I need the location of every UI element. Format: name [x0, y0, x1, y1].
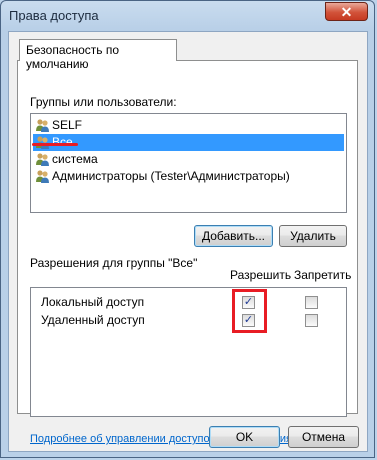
cancel-button[interactable]: Отмена: [288, 426, 359, 448]
groups-listbox[interactable]: SELF Все система Администраторы (Tester\…: [30, 113, 347, 213]
users-icon: [36, 170, 49, 183]
permissions-list: Локальный доступ ✓ Удаленный доступ ✓: [30, 287, 347, 417]
permissions-label: Разрешения для группы "Все": [30, 256, 198, 270]
remove-button[interactable]: Удалить: [279, 225, 347, 247]
groups-label: Группы или пользователи:: [30, 95, 177, 109]
tab-default-security[interactable]: Безопасность по умолчанию: [19, 39, 177, 71]
users-icon: [36, 153, 49, 166]
remove-button-label: Удалить: [290, 229, 336, 243]
close-button[interactable]: ✕: [325, 2, 368, 21]
list-item-label: Администраторы (Tester\Администраторы): [52, 169, 290, 183]
ok-button-label: OK: [235, 430, 254, 444]
list-item-everyone[interactable]: Все: [33, 134, 344, 151]
dialog-client-area: Безопасность по умолчанию Группы или пол…: [8, 31, 368, 452]
allow-column-header: Разрешить: [230, 268, 292, 282]
deny-local-checkbox[interactable]: [305, 296, 318, 309]
list-item-label: система: [52, 152, 98, 166]
tab-panel: Группы или пользователи: SELF Все систем…: [17, 60, 358, 445]
permission-label: Локальный доступ: [41, 295, 145, 309]
add-button[interactable]: Добавить...: [194, 225, 273, 247]
permission-label: Удаленный доступ: [41, 313, 145, 327]
cancel-button-label: Отмена: [301, 430, 346, 444]
deny-column-header: Запретить: [294, 268, 352, 282]
users-icon: [36, 119, 49, 132]
window-title: Права доступа: [9, 8, 99, 23]
title-bar[interactable]: Права доступа ✕: [1, 1, 374, 31]
list-item-label: Все: [52, 135, 73, 149]
dialog-window: Права доступа ✕ Безопасность по умолчани…: [0, 0, 375, 458]
list-item-label: SELF: [52, 118, 83, 132]
add-button-label: Добавить...: [201, 229, 266, 243]
list-item-system[interactable]: система: [33, 151, 344, 168]
annotation-highlight-box: [232, 289, 267, 333]
list-item-self[interactable]: SELF: [33, 117, 344, 134]
deny-remote-checkbox[interactable]: [305, 314, 318, 327]
annotation-underline: [32, 143, 78, 146]
list-item-administrators[interactable]: Администраторы (Tester\Администраторы): [33, 168, 344, 185]
ok-button[interactable]: OK: [209, 426, 280, 448]
close-icon: ✕: [340, 4, 353, 20]
